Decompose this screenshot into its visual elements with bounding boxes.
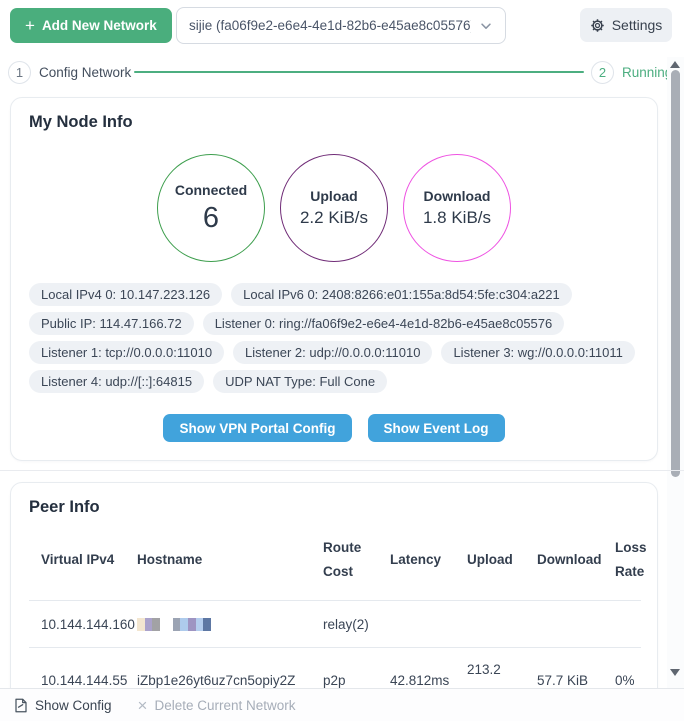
node-tags: Local IPv4 0: 10.147.223.126 Local IPv6 0… <box>29 283 641 393</box>
peer-2-latency: 42.812ms <box>390 673 467 688</box>
step-2-number: 2 <box>599 65 606 80</box>
show-vpn-portal-config-button[interactable]: Show VPN Portal Config <box>163 414 351 442</box>
top-toolbar: + Add New Network sijie (fa06f9e2-e6e4-4… <box>0 0 684 55</box>
col-latency: Latency <box>390 548 467 572</box>
stepper: 1 Config Network 2 Running <box>0 57 668 89</box>
peer-2-download: 57.7 KiB <box>537 673 615 688</box>
show-config-label: Show Config <box>35 698 112 713</box>
col-loss-rate: Loss Rate <box>615 536 647 584</box>
network-select-value: sijie (fa06f9e2-e6e4-4e1d-82b6-e45ae8c05… <box>189 18 471 33</box>
col-hostname: Hostname <box>137 548 323 572</box>
redacted-hostname <box>137 618 323 631</box>
col-upload: Upload <box>467 548 537 572</box>
node-info-tag: Local IPv4 0: 10.147.223.126 <box>29 283 222 306</box>
step-2-label: Running <box>622 65 672 80</box>
peer-1-route-cost: relay(2) <box>323 617 390 632</box>
node-info-tag: Listener 1: tcp://0.0.0.0:11010 <box>29 341 224 364</box>
col-download: Download <box>537 548 615 572</box>
network-select[interactable]: sijie (fa06f9e2-e6e4-4e1d-82b6-e45ae8c05… <box>176 7 506 44</box>
upload-label: Upload <box>310 188 357 204</box>
add-new-network-label: Add New Network <box>42 18 157 33</box>
stepper-connector-line <box>134 71 584 73</box>
peer-2-loss-rate: 0% <box>615 673 641 688</box>
app-window: + Add New Network sijie (fa06f9e2-e6e4-4… <box>0 0 684 721</box>
my-node-info-title: My Node Info <box>29 113 133 132</box>
vertical-scrollbar[interactable] <box>667 57 684 688</box>
settings-label: Settings <box>612 17 663 33</box>
peer-2-ip: 10.144.144.55 <box>41 673 137 688</box>
peer-info-title: Peer Info <box>29 498 100 517</box>
delete-network-label: Delete Current Network <box>154 698 295 713</box>
upload-stat-circle: Upload 2.2 KiB/s <box>280 154 388 262</box>
gear-icon <box>590 18 605 33</box>
download-stat-circle: Download 1.8 KiB/s <box>403 154 511 262</box>
node-info-tag: Listener 2: udp://0.0.0.0:11010 <box>233 341 432 364</box>
upload-value: 2.2 KiB/s <box>300 208 368 228</box>
step-1-circle: 1 <box>8 61 31 84</box>
config-file-icon <box>14 698 28 713</box>
step-1-label: Config Network <box>39 65 131 80</box>
node-info-tag: UDP NAT Type: Full Cone <box>213 370 387 393</box>
node-actions: Show VPN Portal Config Show Event Log <box>11 414 657 442</box>
node-info-tag: Listener 0: ring://fa06f9e2-e6e4-4e1d-82… <box>203 312 565 335</box>
step-1-number: 1 <box>16 65 23 80</box>
peer-1-ip: 10.144.144.160 <box>41 617 137 632</box>
show-config-button[interactable]: Show Config <box>14 698 112 713</box>
show-event-log-button[interactable]: Show Event Log <box>368 414 505 442</box>
node-info-tag: Listener 3: wg://0.0.0.0:11011 <box>441 341 634 364</box>
node-stats: Connected 6 Upload 2.2 KiB/s Download 1.… <box>11 154 657 262</box>
scrollbar-down-arrow-icon[interactable] <box>670 669 680 676</box>
step-2-circle: 2 <box>591 61 614 84</box>
node-info-tag: Local IPv6 0: 2408:8266:e01:155a:8d54:5f… <box>231 283 572 306</box>
scrollbar-up-arrow-icon[interactable] <box>670 61 680 68</box>
node-info-tag: Listener 4: udp://[::]:64815 <box>29 370 204 393</box>
connected-label: Connected <box>175 182 247 198</box>
footer-bar: Show Config × Delete Current Network <box>0 688 684 721</box>
peer-row-1: 10.144.144.160 relay(2) <box>29 601 641 648</box>
chevron-down-icon <box>479 19 493 33</box>
download-value: 1.8 KiB/s <box>423 208 491 228</box>
connected-stat-circle: Connected 6 <box>157 154 265 262</box>
add-new-network-button[interactable]: + Add New Network <box>10 8 172 43</box>
peer-2-upload: 213.2 <box>467 662 501 677</box>
download-label: Download <box>424 188 491 204</box>
col-route-cost: Route Cost <box>323 536 390 584</box>
my-node-info-card: My Node Info Connected 6 Upload 2.2 KiB/… <box>10 97 658 461</box>
delete-current-network-button[interactable]: × Delete Current Network <box>138 697 296 714</box>
settings-button[interactable]: Settings <box>580 8 672 42</box>
peer-2-hostname: iZbp1e26yt6uz7cn5opiy2Z <box>137 673 323 688</box>
close-icon: × <box>138 697 148 714</box>
plus-icon: + <box>25 17 35 34</box>
scrollbar-thumb[interactable] <box>671 70 680 477</box>
peer-table: Virtual IPv4 Hostname Route Cost Latency… <box>29 519 641 712</box>
peer-info-card: Peer Info Virtual IPv4 Hostname Route Co… <box>10 482 658 721</box>
node-info-tag: Public IP: 114.47.166.72 <box>29 312 194 335</box>
col-virtual-ipv4: Virtual IPv4 <box>41 548 137 572</box>
connected-value: 6 <box>203 202 219 235</box>
peer-table-header: Virtual IPv4 Hostname Route Cost Latency… <box>29 519 641 601</box>
peer-2-route-cost: p2p <box>323 673 390 688</box>
section-divider <box>0 470 684 471</box>
